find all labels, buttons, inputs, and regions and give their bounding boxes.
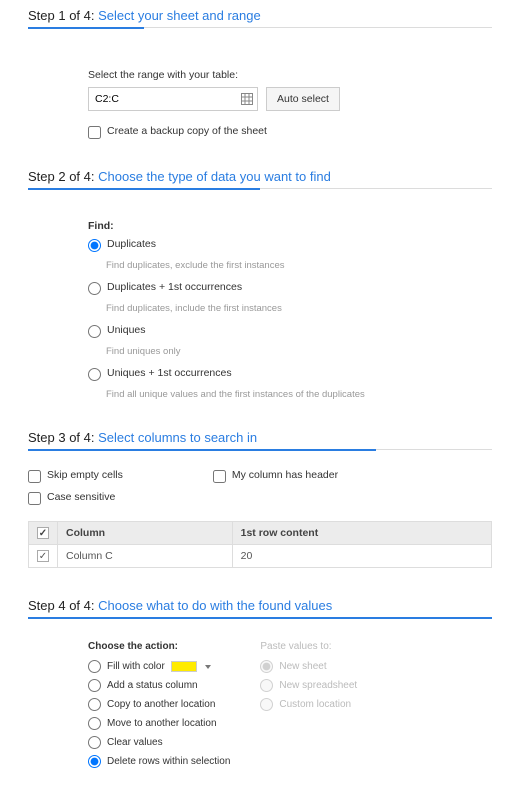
skip-empty-row[interactable]: Skip empty cells — [28, 469, 123, 483]
radio-uniques-1st-input[interactable] — [88, 368, 101, 381]
range-input[interactable] — [88, 87, 258, 111]
step2-header: Step 2 of 4: Choose the type of data you… — [28, 169, 492, 189]
grid-icon[interactable] — [241, 93, 253, 105]
has-header-row[interactable]: My column has header — [213, 469, 338, 483]
step3-progress — [28, 449, 376, 451]
skip-empty-checkbox[interactable] — [28, 470, 41, 483]
step3-title: Select columns to search in — [98, 430, 257, 445]
action-copy-location[interactable]: Copy to another location — [88, 698, 230, 711]
row-content-cell: 20 — [232, 545, 491, 568]
columns-table: ✓ Column 1st row content ✓ Column C 20 — [28, 521, 492, 568]
choose-action-heading: Choose the action: — [88, 641, 230, 652]
step4-progress — [28, 617, 492, 619]
action-clear-values[interactable]: Clear values — [88, 736, 230, 749]
step4-header: Step 4 of 4: Choose what to do with the … — [28, 598, 492, 618]
row-checkbox-cell[interactable]: ✓ — [29, 545, 58, 568]
step2-title: Choose the type of data you want to find — [98, 169, 331, 184]
check-icon: ✓ — [37, 550, 49, 562]
step-2: Step 2 of 4: Choose the type of data you… — [28, 169, 492, 400]
find-label: Find: — [88, 220, 492, 232]
chevron-down-icon[interactable] — [205, 665, 211, 669]
action-add-status[interactable]: Add a status column — [88, 679, 230, 692]
step1-progress — [28, 27, 144, 29]
step2-prefix: Step 2 of 4: — [28, 169, 98, 184]
step-3: Step 3 of 4: Select columns to search in… — [28, 430, 492, 568]
auto-select-button[interactable]: Auto select — [266, 87, 340, 111]
range-label: Select the range with your table: — [88, 69, 492, 81]
has-header-checkbox[interactable] — [213, 470, 226, 483]
radio-duplicates[interactable]: Duplicates — [88, 238, 492, 252]
action-move-location[interactable]: Move to another location — [88, 717, 230, 730]
step2-progress — [28, 188, 260, 190]
table-row[interactable]: ✓ Column C 20 — [29, 545, 492, 568]
paste-new-spreadsheet: New spreadsheet — [260, 679, 357, 692]
backup-label: Create a backup copy of the sheet — [107, 125, 267, 137]
action-fill-color[interactable]: Fill with color — [88, 660, 230, 673]
radio-duplicates-desc: Find duplicates, exclude the first insta… — [106, 260, 492, 271]
column-header: Column — [58, 522, 233, 545]
backup-checkbox[interactable] — [88, 126, 101, 139]
backup-checkbox-row[interactable]: Create a backup copy of the sheet — [88, 125, 492, 139]
step-4: Step 4 of 4: Choose what to do with the … — [28, 598, 492, 768]
radio-duplicates-input[interactable] — [88, 239, 101, 252]
paste-new-sheet: New sheet — [260, 660, 357, 673]
color-swatch[interactable] — [171, 661, 197, 672]
step-1: Step 1 of 4: Select your sheet and range… — [28, 8, 492, 139]
step1-title: Select your sheet and range — [98, 8, 261, 23]
radio-uniques-desc: Find uniques only — [106, 346, 492, 357]
radio-duplicates-1st-desc: Find duplicates, include the first insta… — [106, 303, 492, 314]
step3-header: Step 3 of 4: Select columns to search in — [28, 430, 492, 450]
step1-prefix: Step 1 of 4: — [28, 8, 98, 23]
select-all-header[interactable]: ✓ — [29, 522, 58, 545]
check-icon: ✓ — [37, 527, 49, 539]
radio-duplicates-1st-input[interactable] — [88, 282, 101, 295]
content-header: 1st row content — [232, 522, 491, 545]
paste-to-heading: Paste values to: — [260, 641, 357, 652]
row-column-cell: Column C — [58, 545, 233, 568]
radio-uniques-1st[interactable]: Uniques + 1st occurrences — [88, 367, 492, 381]
case-sensitive-row[interactable]: Case sensitive — [28, 491, 123, 505]
step4-prefix: Step 4 of 4: — [28, 598, 98, 613]
table-header-row: ✓ Column 1st row content — [29, 522, 492, 545]
step1-header: Step 1 of 4: Select your sheet and range — [28, 8, 492, 28]
case-sensitive-checkbox[interactable] — [28, 492, 41, 505]
step4-title: Choose what to do with the found values — [98, 598, 332, 613]
radio-duplicates-1st[interactable]: Duplicates + 1st occurrences — [88, 281, 492, 295]
radio-uniques-1st-desc: Find all unique values and the first ins… — [106, 389, 492, 400]
step3-prefix: Step 3 of 4: — [28, 430, 98, 445]
radio-uniques-input[interactable] — [88, 325, 101, 338]
paste-custom-location: Custom location — [260, 698, 357, 711]
action-delete-rows[interactable]: Delete rows within selection — [88, 755, 230, 768]
radio-uniques[interactable]: Uniques — [88, 324, 492, 338]
